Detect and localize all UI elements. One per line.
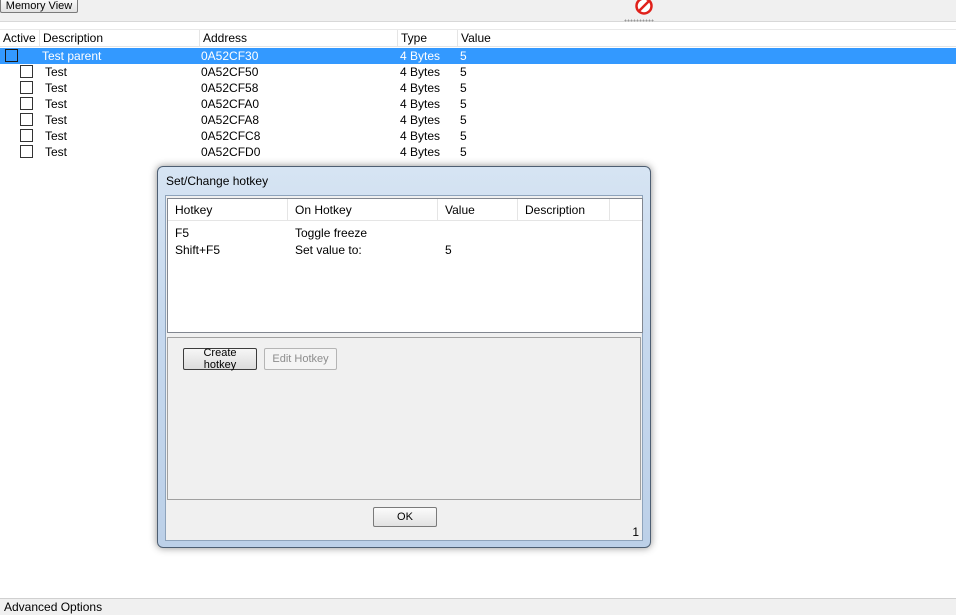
row-description: Test <box>45 129 68 143</box>
row-address: 0A52CFD0 <box>201 145 261 159</box>
row-value: 5 <box>460 97 467 111</box>
hotkey-button-panel: Create hotkey Edit Hotkey <box>167 337 641 500</box>
column-header-on-hotkey[interactable]: On Hotkey <box>288 199 438 221</box>
hotkey-key: Shift+F5 <box>175 243 221 257</box>
hotkey-action: Set value to: <box>295 243 362 257</box>
row-value: 5 <box>460 145 467 159</box>
column-header-hotkey[interactable]: Hotkey <box>168 199 288 221</box>
row-value: 5 <box>460 81 467 95</box>
row-address: 0A52CF58 <box>201 81 259 95</box>
splitter-grip[interactable] <box>624 19 654 22</box>
row-address: 0A52CF30 <box>201 49 259 63</box>
create-hotkey-button[interactable]: Create hotkey <box>183 347 257 371</box>
row-type: 4 Bytes <box>400 129 441 143</box>
row-description: Test parent <box>42 49 102 63</box>
column-header-value[interactable]: Value <box>438 199 518 221</box>
table-row[interactable]: Test 0A52CFD0 4 Bytes 5 <box>0 144 956 160</box>
table-row[interactable]: Test parent 0A52CF30 4 Bytes 5 <box>0 48 956 64</box>
column-header-type[interactable]: Type <box>398 30 458 47</box>
row-description: Test <box>45 81 68 95</box>
table-row[interactable]: Test 0A52CFC8 4 Bytes 5 <box>0 128 956 144</box>
column-header-value[interactable]: Value <box>458 30 956 47</box>
edit-hotkey-button[interactable]: Edit Hotkey <box>264 348 337 370</box>
row-address: 0A52CFA8 <box>201 113 260 127</box>
hotkey-value: 5 <box>445 243 452 257</box>
active-checkbox[interactable] <box>20 129 33 142</box>
row-type: 4 Bytes <box>400 113 441 127</box>
dialog-title: Set/Change hotkey <box>166 174 269 188</box>
hotkey-key: F5 <box>175 226 190 240</box>
active-checkbox[interactable] <box>20 97 33 110</box>
table-row[interactable]: Test 0A52CF58 4 Bytes 5 <box>0 80 956 96</box>
row-address: 0A52CFC8 <box>201 129 261 143</box>
address-list: Test parent 0A52CF30 4 Bytes 5 Test 0A52… <box>0 48 956 160</box>
active-checkbox[interactable] <box>20 65 33 78</box>
row-address: 0A52CFA0 <box>201 97 260 111</box>
table-row[interactable]: Test 0A52CFA8 4 Bytes 5 <box>0 112 956 128</box>
table-row[interactable]: Test 0A52CFA0 4 Bytes 5 <box>0 96 956 112</box>
active-checkbox[interactable] <box>20 81 33 94</box>
row-type: 4 Bytes <box>400 145 441 159</box>
row-value: 5 <box>460 129 467 143</box>
row-value: 5 <box>460 65 467 79</box>
address-list-header: Active Description Address Type Value <box>0 29 956 47</box>
column-header-address[interactable]: Address <box>200 30 398 47</box>
hotkey-action: Toggle freeze <box>295 226 368 240</box>
active-checkbox[interactable] <box>20 113 33 126</box>
dialog-client-area: Hotkey On Hotkey Value Description F5 To… <box>165 195 643 541</box>
column-header-description[interactable]: Description <box>518 199 610 221</box>
row-type: 4 Bytes <box>400 49 441 63</box>
toolbar: Memory View <box>0 0 956 22</box>
row-description: Test <box>45 145 68 159</box>
hotkey-list: Hotkey On Hotkey Value Description F5 To… <box>167 198 643 333</box>
active-checkbox[interactable] <box>20 145 33 158</box>
hotkey-row[interactable]: F5 Toggle freeze <box>168 225 642 242</box>
hotkey-list-header: Hotkey On Hotkey Value Description <box>168 199 642 221</box>
row-value: 5 <box>460 113 467 127</box>
row-type: 4 Bytes <box>400 97 441 111</box>
row-description: Test <box>45 97 68 111</box>
row-description: Test <box>45 65 68 79</box>
row-type: 4 Bytes <box>400 65 441 79</box>
row-address: 0A52CF50 <box>201 65 259 79</box>
advanced-options-link[interactable]: Advanced Options <box>4 600 102 615</box>
row-value: 5 <box>460 49 467 63</box>
active-checkbox[interactable] <box>5 49 18 62</box>
memory-view-button[interactable]: Memory View <box>0 0 78 13</box>
hotkey-dialog: Set/Change hotkey Hotkey On Hotkey Value… <box>157 166 651 548</box>
page-number: 1 <box>632 525 639 539</box>
table-row[interactable]: Test 0A52CF50 4 Bytes 5 <box>0 64 956 80</box>
column-header-description[interactable]: Description <box>40 30 200 47</box>
hotkey-row[interactable]: Shift+F5 Set value to: 5 <box>168 242 642 259</box>
column-header-active[interactable]: Active <box>0 30 40 47</box>
bottom-bar: Advanced Options <box>0 598 956 615</box>
row-type: 4 Bytes <box>400 81 441 95</box>
no-entry-icon[interactable] <box>634 0 654 16</box>
row-description: Test <box>45 113 68 127</box>
ok-button[interactable]: OK <box>373 507 437 527</box>
